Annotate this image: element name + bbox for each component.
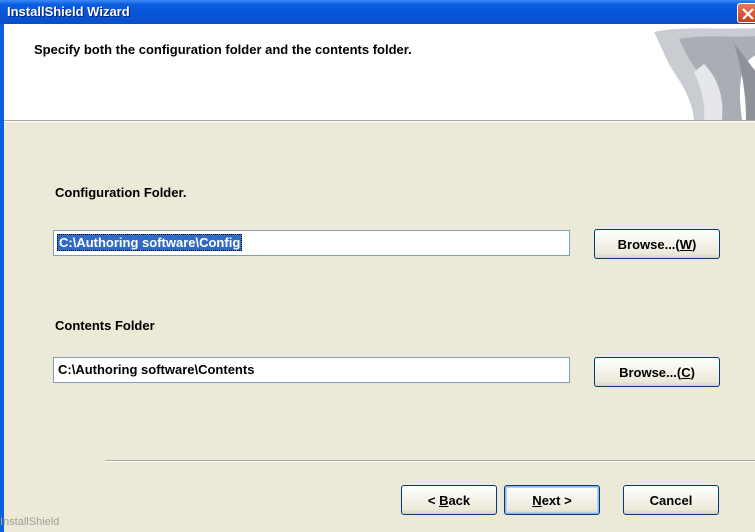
close-button[interactable] [737, 3, 755, 23]
back-label: ack [448, 492, 471, 508]
footer-divider [105, 460, 755, 462]
browse-config-label: Browse...( [617, 236, 680, 252]
browse-contents-accesskey: C [681, 364, 691, 380]
installshield-brand: InstallShield [0, 516, 60, 528]
browse-config-button[interactable]: Browse...(W) [594, 229, 720, 259]
window-title: InstallShield Wizard [7, 4, 130, 19]
back-accesskey: B [439, 492, 449, 508]
next-label: ext > [541, 492, 572, 508]
browse-contents-suffix: ) [690, 364, 695, 380]
header-title: Specify both the configuration folder an… [34, 42, 412, 57]
config-folder-input[interactable]: C:\Authoring software\Config [53, 230, 570, 256]
installshield-graphic-icon [654, 28, 755, 120]
back-button[interactable]: < Back [401, 485, 497, 515]
config-folder-label: Configuration Folder. [55, 185, 187, 200]
browse-config-suffix: ) [692, 236, 697, 252]
config-folder-value: C:\Authoring software\Config [57, 234, 243, 251]
installer-window: InstallShield Wizard Specify both the co… [0, 0, 755, 532]
browse-config-accesskey: W [679, 236, 693, 252]
header-divider [4, 120, 755, 122]
contents-folder-label: Contents Folder [55, 318, 155, 333]
browse-contents-button[interactable]: Browse...(C) [594, 357, 720, 387]
cancel-button[interactable]: Cancel [623, 485, 719, 515]
close-icon [742, 8, 754, 20]
contents-folder-value: C:\Authoring software\Contents [58, 362, 255, 377]
wizard-header: Specify both the configuration folder an… [4, 24, 755, 120]
browse-contents-label: Browse...( [619, 364, 682, 380]
back-arrow: < [427, 492, 440, 508]
contents-folder-input[interactable]: C:\Authoring software\Contents [53, 357, 570, 383]
cancel-label: Cancel [649, 492, 693, 508]
next-button[interactable]: Next > [504, 485, 600, 515]
next-accesskey: N [532, 492, 542, 508]
title-bar[interactable]: InstallShield Wizard [0, 0, 755, 24]
